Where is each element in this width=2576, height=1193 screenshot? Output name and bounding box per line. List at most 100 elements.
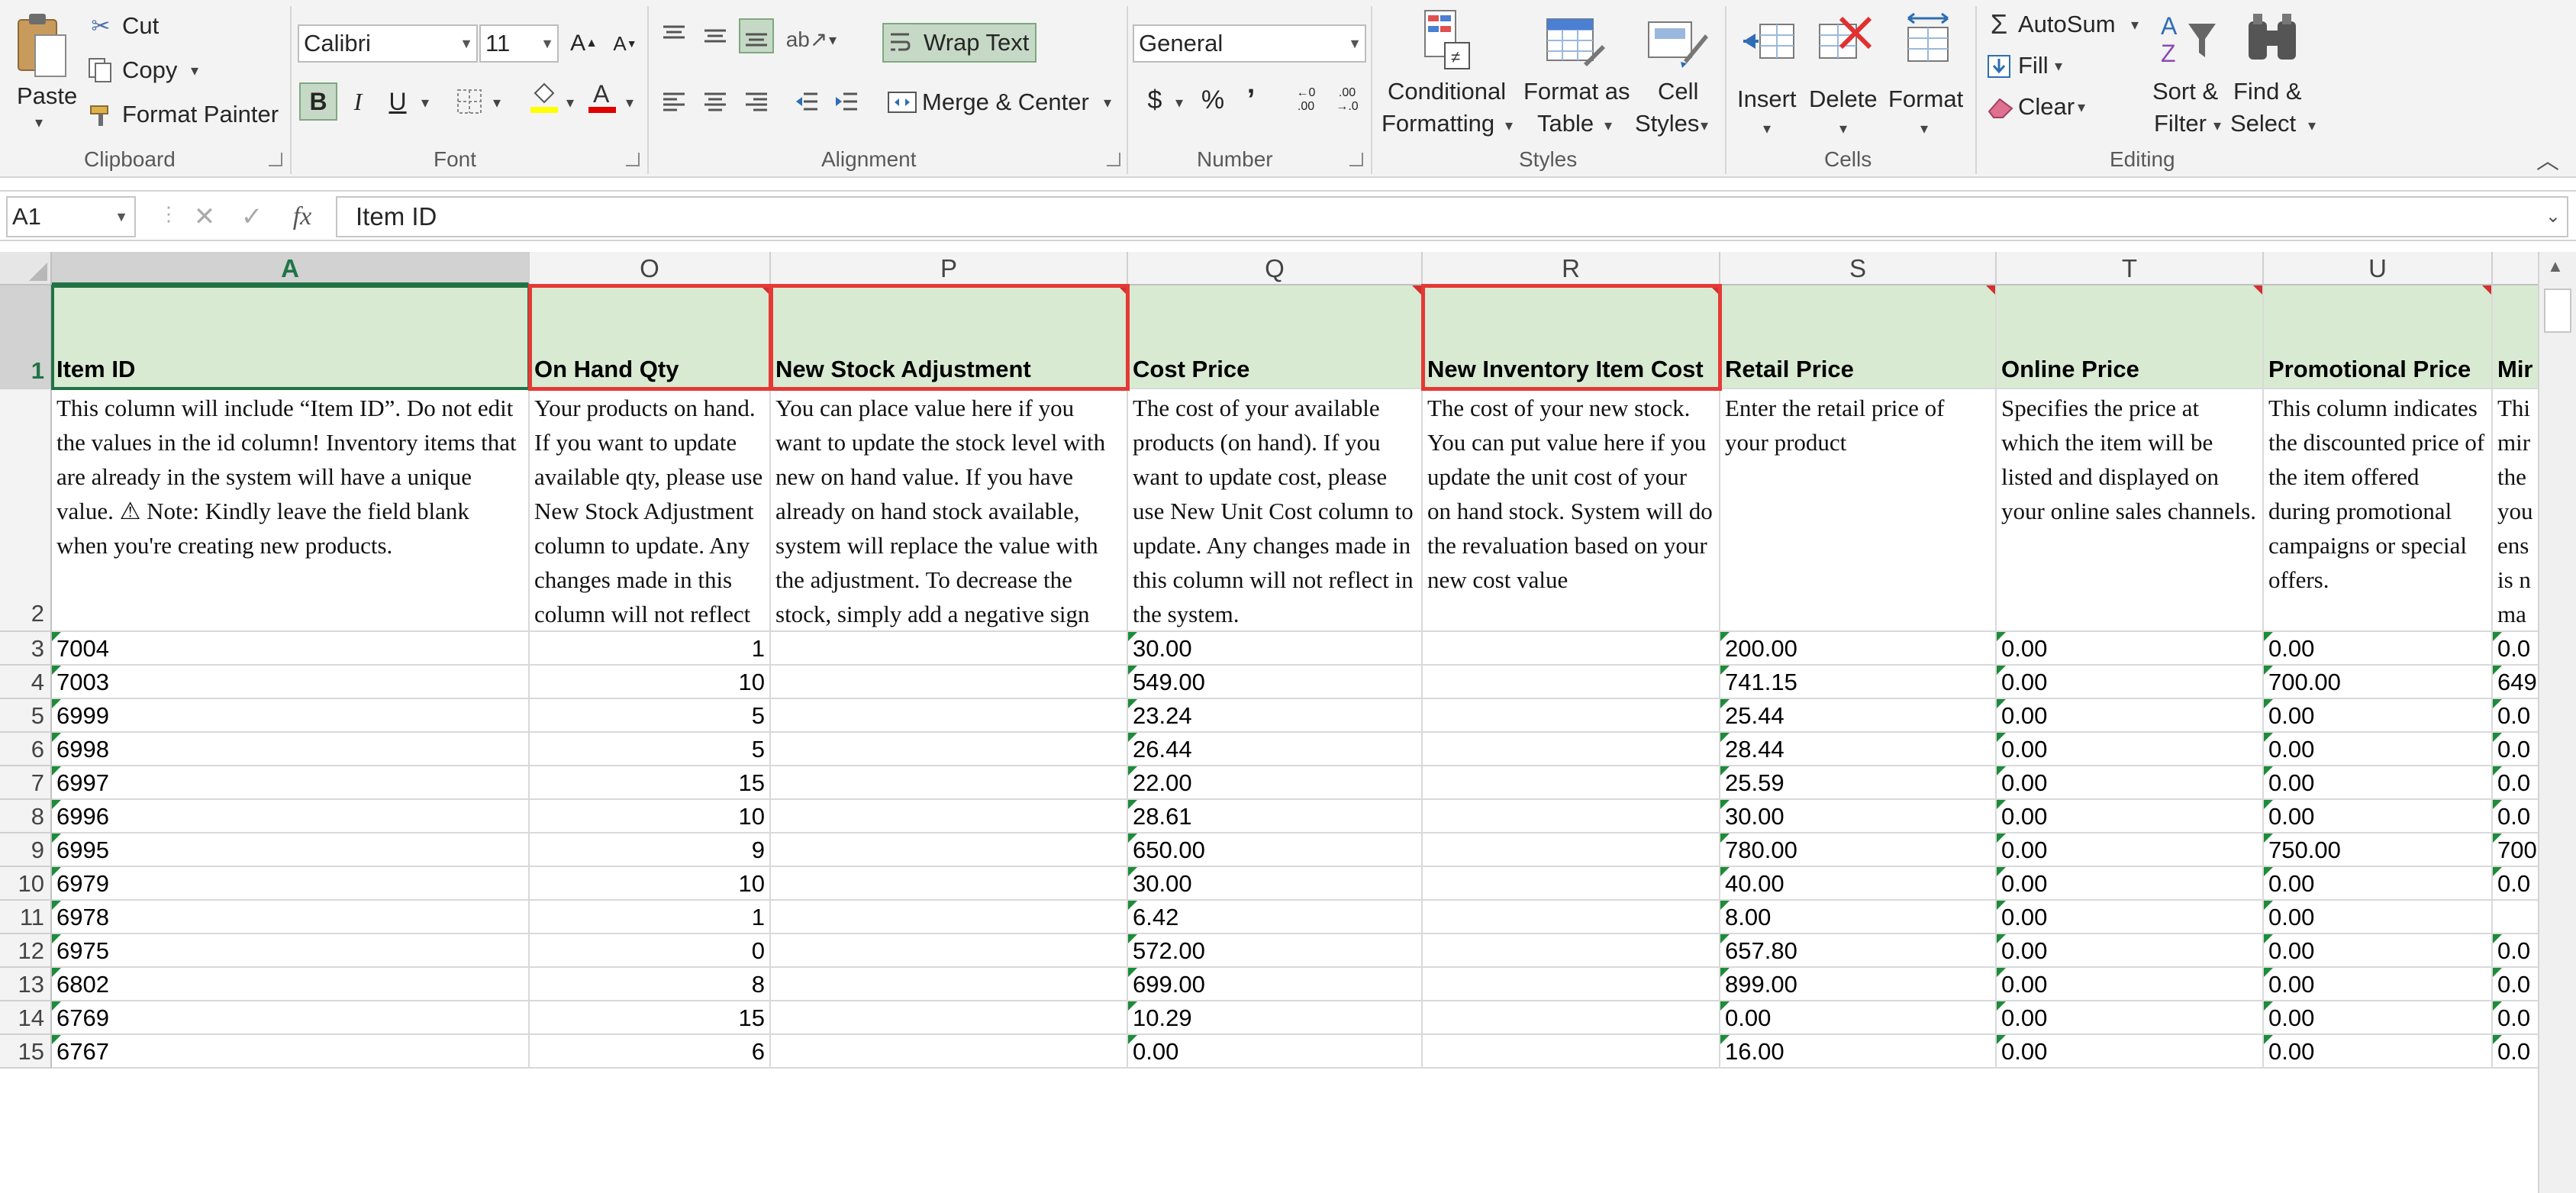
name-box[interactable]: A1 ▼ bbox=[6, 196, 136, 237]
increase-font-size-button[interactable]: A ▲ bbox=[566, 26, 601, 61]
data-cell[interactable]: 650.00 bbox=[1128, 833, 1423, 867]
data-cell[interactable]: 1 bbox=[530, 901, 771, 934]
data-cell[interactable]: 0.0 bbox=[2493, 934, 2538, 968]
number-format-select[interactable]: General ▼ bbox=[1133, 24, 1366, 63]
data-cell[interactable]: 0.00 bbox=[1997, 632, 2264, 666]
column-description-cell[interactable]: This column will include “Item ID”. Do n… bbox=[52, 389, 530, 632]
sort-filter-button[interactable]: AZ Sort & Filter ▾ bbox=[2149, 8, 2229, 143]
column-header[interactable]: Q bbox=[1128, 252, 1423, 285]
data-cell[interactable]: 6802 bbox=[52, 968, 530, 1001]
data-cell[interactable]: 549.00 bbox=[1128, 666, 1423, 699]
data-cell[interactable] bbox=[1423, 1035, 1720, 1069]
column-description-cell[interactable]: Specifies the price at which the item wi… bbox=[1997, 389, 2264, 632]
data-cell[interactable]: 700.00 bbox=[2264, 666, 2493, 699]
data-cell[interactable]: 25.59 bbox=[1720, 766, 1997, 800]
row-header[interactable]: 10 bbox=[0, 867, 52, 901]
data-cell[interactable]: 0.00 bbox=[1997, 666, 2264, 699]
autosum-button[interactable]: Σ AutoSum ▾ bbox=[1984, 8, 2146, 41]
data-cell[interactable] bbox=[1423, 901, 1720, 934]
column-header[interactable]: U bbox=[2264, 252, 2493, 285]
data-cell[interactable]: 6996 bbox=[52, 800, 530, 833]
data-cell[interactable] bbox=[1423, 733, 1720, 766]
number-launcher-icon[interactable] bbox=[1349, 153, 1363, 166]
data-cell[interactable] bbox=[1423, 699, 1720, 733]
data-cell[interactable]: 0.00 bbox=[2264, 867, 2493, 901]
data-cell[interactable]: 9 bbox=[530, 833, 771, 867]
data-cell[interactable]: 750.00 bbox=[2264, 833, 2493, 867]
data-cell[interactable]: 16.00 bbox=[1720, 1035, 1997, 1069]
decrease-decimal-button[interactable]: .00 →.0 bbox=[1330, 82, 1365, 118]
data-cell[interactable]: 25.44 bbox=[1720, 699, 1997, 733]
data-cell[interactable]: 5 bbox=[530, 733, 771, 766]
data-cell[interactable]: 200.00 bbox=[1720, 632, 1997, 666]
data-cell[interactable]: 0.00 bbox=[1997, 699, 2264, 733]
data-cell[interactable] bbox=[771, 733, 1128, 766]
insert-button[interactable]: Insert ▾ bbox=[1733, 8, 1806, 143]
data-cell[interactable]: 0.0 bbox=[2493, 867, 2538, 901]
data-cell[interactable]: 0.00 bbox=[2264, 733, 2493, 766]
data-cell[interactable]: 0.00 bbox=[2264, 934, 2493, 968]
formula-input[interactable]: Item ID ⌄ bbox=[336, 196, 2568, 237]
column-title-cell[interactable]: Promotional Price bbox=[2264, 285, 2493, 389]
data-cell[interactable]: 0.0 bbox=[2493, 1035, 2538, 1069]
data-cell[interactable]: 6979 bbox=[52, 867, 530, 901]
conditional-formatting-button[interactable]: ≠ Conditional Formatting ▾ bbox=[1380, 8, 1517, 143]
insert-dropdown-icon[interactable]: ▾ bbox=[1763, 119, 1771, 138]
data-cell[interactable] bbox=[1423, 968, 1720, 1001]
data-cell[interactable]: 0.00 bbox=[2264, 1035, 2493, 1069]
row-header[interactable]: 6 bbox=[0, 733, 52, 766]
column-title-cell[interactable]: Retail Price bbox=[1720, 285, 1997, 389]
vertical-scrollbar[interactable]: ▲ bbox=[2538, 252, 2576, 1193]
data-cell[interactable] bbox=[771, 1035, 1128, 1069]
insert-function-icon[interactable]: fx bbox=[282, 199, 322, 234]
data-cell[interactable]: 6978 bbox=[52, 901, 530, 934]
column-header[interactable] bbox=[2493, 252, 2538, 285]
column-description-cell[interactable]: This column indicates the discounted pri… bbox=[2264, 389, 2493, 632]
data-cell[interactable]: 0.00 bbox=[1997, 733, 2264, 766]
paste-button[interactable]: Paste ▾ bbox=[6, 6, 77, 131]
data-cell[interactable] bbox=[771, 901, 1128, 934]
data-cell[interactable]: 6975 bbox=[52, 934, 530, 968]
find-select-dropdown-icon[interactable]: ▾ bbox=[2308, 116, 2316, 135]
data-cell[interactable]: 0.00 bbox=[2264, 632, 2493, 666]
scroll-up-icon[interactable]: ▲ bbox=[2547, 256, 2564, 276]
bottom-align-button[interactable] bbox=[739, 18, 774, 53]
data-cell[interactable]: 8.00 bbox=[1720, 901, 1997, 934]
data-cell[interactable]: 6.42 bbox=[1128, 901, 1423, 934]
conditional-formatting-dropdown-icon[interactable]: ▾ bbox=[1505, 116, 1513, 135]
data-cell[interactable]: 0.00 bbox=[1997, 800, 2264, 833]
clear-button[interactable]: Clear ▾ bbox=[1984, 92, 2091, 124]
fill-color-dropdown-icon[interactable]: ▾ bbox=[566, 93, 574, 112]
font-size-select[interactable]: 11 ▼ bbox=[479, 24, 559, 63]
data-cell[interactable]: 699.00 bbox=[1128, 968, 1423, 1001]
data-cell[interactable] bbox=[1423, 833, 1720, 867]
column-description-cell[interactable]: Enter the retail price of your product bbox=[1720, 389, 1997, 632]
data-cell[interactable]: 8 bbox=[530, 968, 771, 1001]
data-cell[interactable] bbox=[771, 699, 1128, 733]
data-cell[interactable]: 0.00 bbox=[1997, 867, 2264, 901]
copy-button[interactable]: Copy ▾ bbox=[85, 55, 208, 85]
data-cell[interactable] bbox=[771, 968, 1128, 1001]
data-cell[interactable] bbox=[771, 766, 1128, 800]
data-cell[interactable]: 0.00 bbox=[1997, 1001, 2264, 1035]
font-color-button[interactable]: A bbox=[585, 79, 620, 114]
data-cell[interactable] bbox=[771, 833, 1128, 867]
data-cell[interactable] bbox=[771, 632, 1128, 666]
data-cell[interactable]: 0.0 bbox=[2493, 632, 2538, 666]
column-header[interactable]: S bbox=[1720, 252, 1997, 285]
data-cell[interactable]: 572.00 bbox=[1128, 934, 1423, 968]
data-cell[interactable]: 30.00 bbox=[1128, 867, 1423, 901]
data-cell[interactable]: 0.00 bbox=[1720, 1001, 1997, 1035]
column-title-cell[interactable]: Cost Price bbox=[1128, 285, 1423, 389]
data-cell[interactable]: 0.00 bbox=[1997, 766, 2264, 800]
data-cell[interactable]: 0 bbox=[530, 934, 771, 968]
data-cell[interactable]: 700 bbox=[2493, 833, 2538, 867]
data-cell[interactable]: 23.24 bbox=[1128, 699, 1423, 733]
data-cell[interactable] bbox=[1423, 867, 1720, 901]
column-description-cell[interactable]: Your products on hand. If you want to up… bbox=[530, 389, 771, 632]
font-launcher-icon[interactable] bbox=[626, 153, 640, 166]
data-cell[interactable]: 657.80 bbox=[1720, 934, 1997, 968]
data-cell[interactable]: 0.0 bbox=[2493, 733, 2538, 766]
data-cell[interactable]: 6997 bbox=[52, 766, 530, 800]
scrollbar-thumb[interactable] bbox=[2544, 289, 2571, 333]
